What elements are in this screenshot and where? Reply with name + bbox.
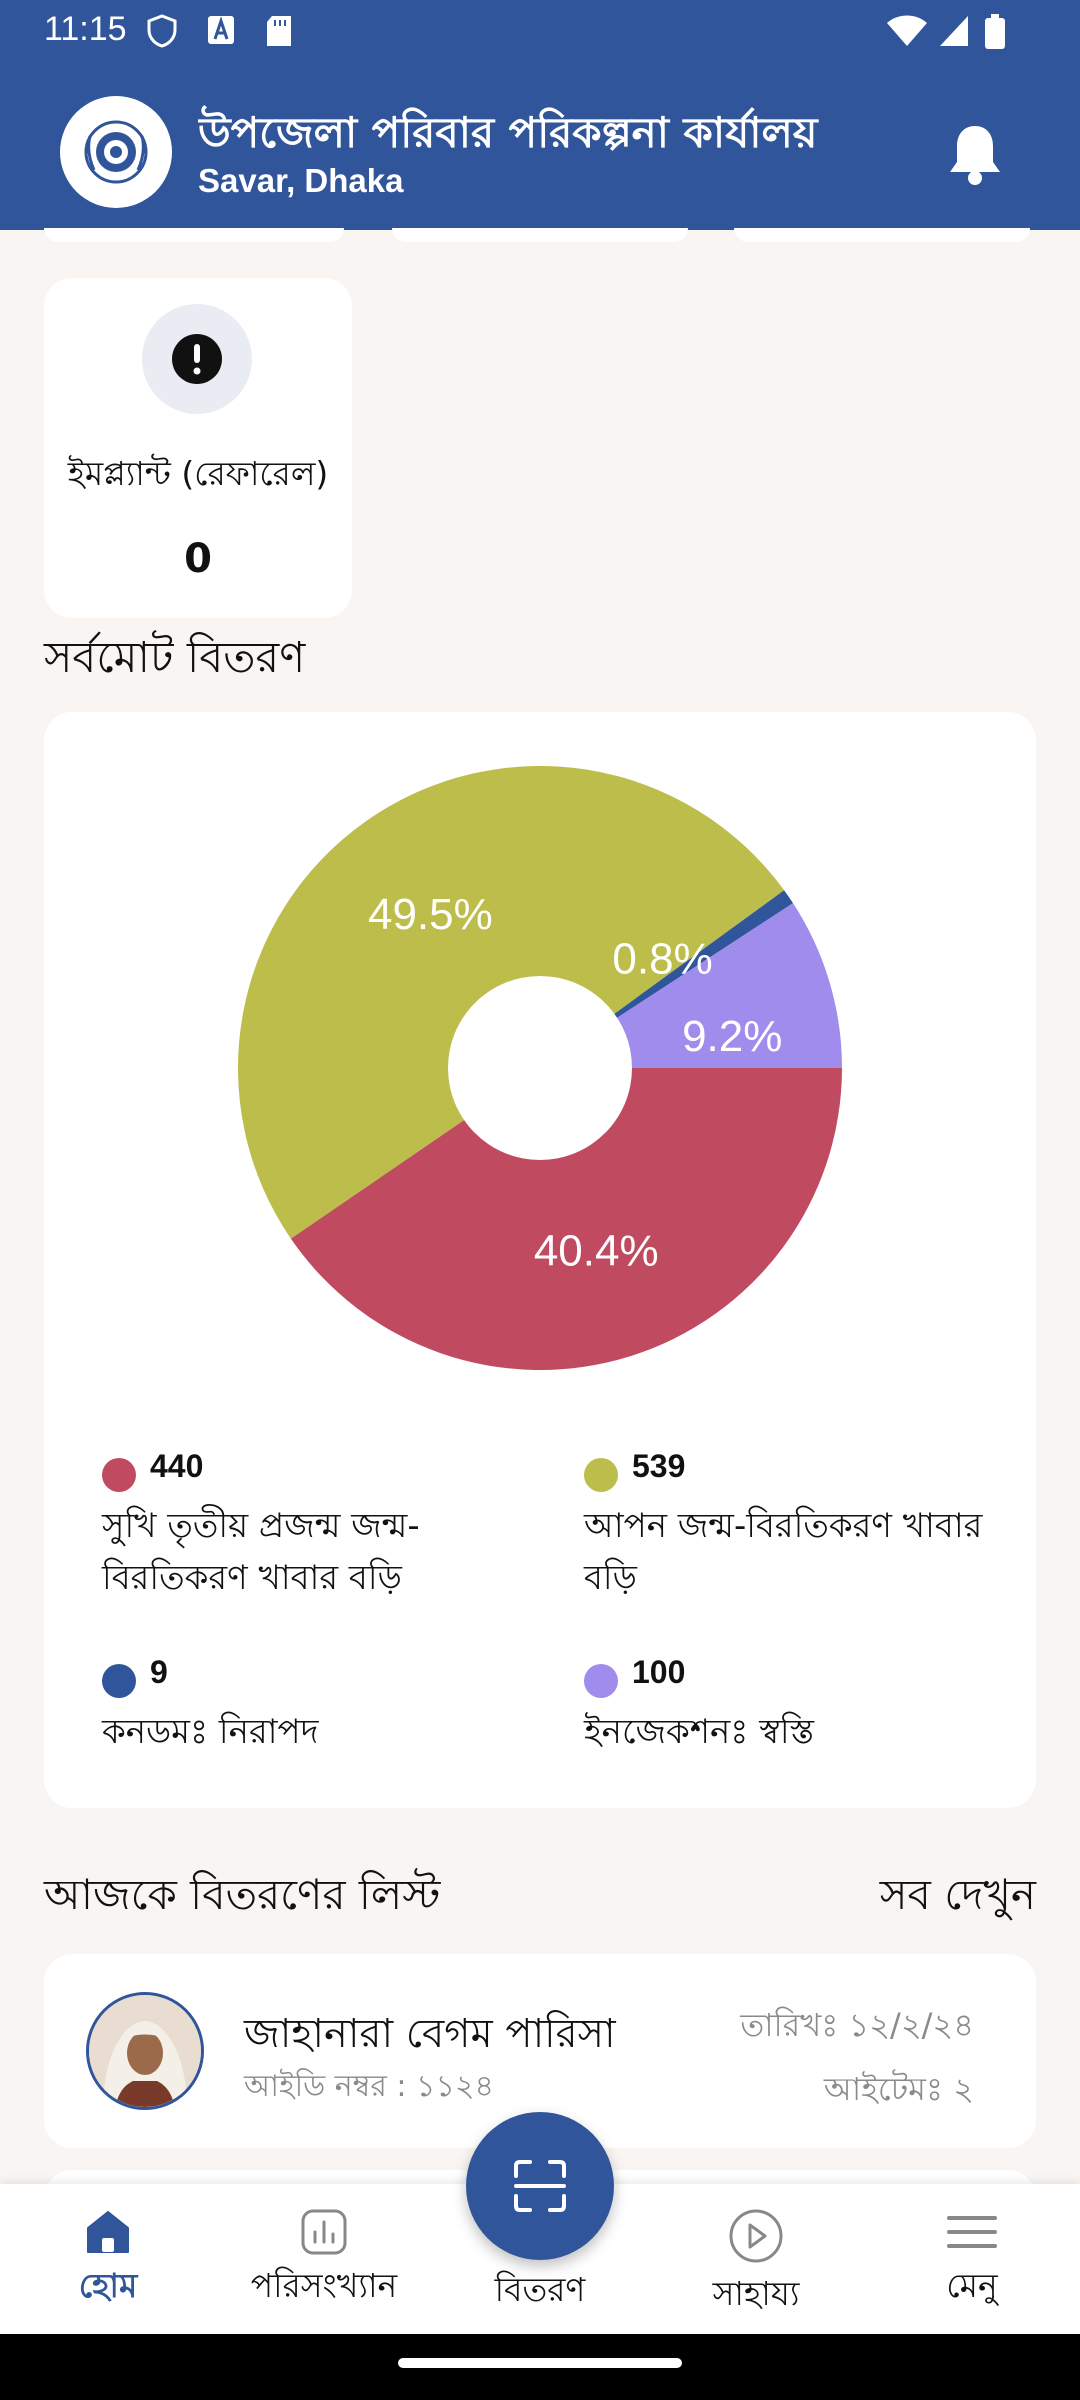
implant-icon-circle [142,304,252,414]
legend-value: 539 [632,1448,686,1484]
pie-slice-label: 9.2% [682,1012,782,1061]
logo-emblem [60,96,172,208]
pie-slice-label: 40.4% [534,1226,659,1275]
wifi-icon [886,14,928,52]
legend-label: ইনজেকশনঃ স্বস্তি [584,1712,815,1752]
distribution-chart-card: 40.4% 49.5% 0.8% 9.2% 440 সুখি তৃতীয় প্রজন… [44,712,1036,1808]
nav-stats[interactable]: পরিসংখ্যান [224,2208,424,2316]
hamburger-icon [947,2216,997,2248]
item-date: তারিখঃ ১২/২/২৪ [740,2006,974,2044]
see-all-link[interactable]: সব দেখুন [880,1862,1036,1933]
distribution-section-title: সর্বমোট বিতরণ [44,633,306,683]
item-id: আইডি নম্বর : ১১২৪ [244,2069,494,2104]
legend-label: সুখি তৃতীয় প্রজন্ম জন্ম-বিরতিকরণ খাবার … [102,1506,420,1598]
nav-distribution-label[interactable]: বিতরণ [440,2264,640,2320]
distribution-fab-button[interactable] [466,2112,614,2260]
app-header: উপজেলা পরিবার পরিকল্পনা কার্যালয় Savar,… [0,62,1080,230]
donut-chart: 40.4% 49.5% 0.8% 9.2% [238,766,842,1370]
donut-hole [448,976,632,1160]
header-subtitle: Savar, Dhaka [198,162,404,199]
legend-dot [584,1458,618,1492]
nav-help[interactable]: সাহায্য [656,2208,856,2324]
legend-dot [102,1458,136,1492]
legend-dot [584,1664,618,1698]
card-edge [392,228,688,242]
sd-card-icon [264,14,294,52]
legend-dot [102,1664,136,1698]
item-count: আইটেমঃ ২ [823,2070,974,2108]
item-name: জাহানারা বেগম পারিসা [244,2011,616,2057]
legend-value: 100 [632,1654,686,1690]
today-list-title: আজকে বিতরণের লিস্ট [44,1870,441,1919]
a-box-icon [206,14,236,50]
implant-label: ইমপ্ল্যান্ট (রেফারেল) [67,454,329,493]
shield-icon [146,14,178,52]
card-edge [44,228,344,242]
implant-value: 0 [184,536,212,582]
chart-icon [301,2209,347,2255]
legend-value: 440 [150,1448,204,1484]
nav-home[interactable]: হোম [8,2208,208,2316]
legend-value: 9 [150,1654,168,1690]
gesture-bar[interactable] [398,2358,682,2368]
nav-help-label: সাহায্য [712,2274,800,2313]
home-icon [87,2211,129,2253]
nav-menu[interactable]: মেনু [872,2208,1072,2316]
scan-icon [514,2160,566,2212]
legend-label: আপন জন্ম-বিরতিকরণ খাবার বড়ি [584,1506,983,1598]
header-title: উপজেলা পরিবার পরিকল্পনা কার্যালয় [198,108,818,157]
nav-menu-label: মেনু [946,2266,998,2305]
bell-icon[interactable] [940,120,1010,194]
legend-label: কনডমঃ নিরাপদ [102,1712,319,1752]
status-time: 11:15 [44,10,127,48]
implant-referral-card[interactable]: ইমপ্ল্যান্ট (রেফারেল) 0 [44,278,352,618]
exclamation-icon [172,334,222,384]
nav-home-label: হোম [78,2266,138,2305]
pie-slice-label: 0.8% [612,935,712,984]
pie-slice-label: 49.5% [368,890,493,939]
status-bar: 11:15 [0,0,1080,62]
play-icon [729,2209,783,2263]
today-list-header: আজকে বিতরণের লিস্ট সব দেখুন [44,1862,1036,1922]
card-edge [734,228,1030,242]
avatar [86,1992,204,2110]
gesture-area [0,2334,1080,2400]
signal-icon [938,14,970,52]
battery-icon [984,14,1006,54]
nav-stats-label: পরিসংখ্যান [250,2266,398,2305]
